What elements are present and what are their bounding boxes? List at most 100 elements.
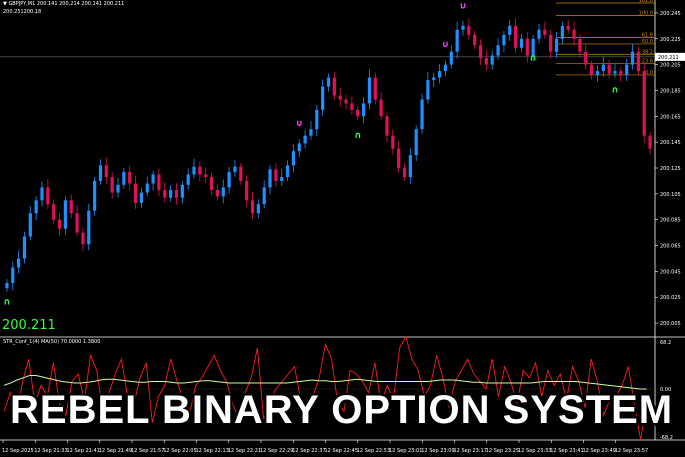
candle-body	[408, 155, 412, 178]
y-tick-label: 200.245	[660, 11, 681, 17]
x-tick-label: 12 Sep 23:41	[550, 448, 583, 454]
fib-level-label: 23.6	[642, 58, 653, 64]
candle-body	[309, 129, 313, 136]
candle-body	[578, 38, 582, 52]
x-tick-label: 12 Sep 22:37	[292, 448, 325, 454]
candle-body	[245, 180, 249, 201]
candle-body	[537, 29, 541, 39]
candle-body	[590, 64, 594, 75]
y-tick-label: 200.005	[660, 321, 681, 327]
x-tick-label: 12 Sep 23:09	[421, 448, 454, 454]
candle-body	[28, 213, 32, 237]
candle-body	[613, 71, 617, 74]
fib-level-label: 161.8	[639, 0, 653, 4]
candle-body	[513, 25, 518, 48]
candle-body	[549, 34, 553, 52]
x-tick-label: 12 Sep 22:21	[228, 448, 261, 454]
candle-body	[525, 38, 529, 56]
current-price-display: 200.211	[2, 318, 56, 333]
candle-body	[262, 187, 266, 205]
candle-body	[432, 77, 436, 81]
y-tick-label: 200.185	[660, 88, 681, 94]
candle-body	[332, 77, 336, 96]
y-tick-label: 200.085	[660, 218, 681, 224]
candle-body	[174, 189, 179, 198]
current-price-tag-label: 200.211	[658, 55, 679, 61]
candle-body	[291, 151, 296, 166]
x-tick-label: 12 Sep 2025	[2, 448, 34, 454]
indicator-label: STR_Conf_1(4) MA(50) 70.0000 1.3800	[3, 339, 101, 345]
banner-title: REBEL BINARY OPTION SYSTEM	[10, 388, 674, 432]
candle-body	[239, 166, 243, 181]
candle-body	[484, 58, 488, 65]
candle-body	[566, 25, 570, 30]
candle-body	[619, 71, 623, 75]
candle-body	[81, 232, 85, 245]
candle-body	[204, 174, 208, 178]
candle-body	[233, 166, 237, 172]
x-tick-label: 12 Sep 22:45	[325, 448, 358, 454]
candle-body	[443, 64, 448, 72]
candle-body	[455, 29, 459, 52]
x-tick-label: 12 Sep 21:49	[99, 448, 132, 454]
candle-body	[601, 64, 605, 72]
candle-body	[373, 77, 377, 100]
candle-body	[280, 177, 284, 181]
y-tick-label: 200.205	[660, 63, 681, 69]
candle-body	[642, 71, 646, 136]
candle-body	[584, 51, 588, 65]
candle-body	[519, 38, 524, 48]
indicator-scale-label: -68.2	[660, 435, 673, 441]
candle-body	[595, 71, 600, 75]
y-tick-label: 200.125	[660, 166, 681, 172]
x-tick-label: 12 Sep 22:13	[196, 448, 229, 454]
x-tick-label: 12 Sep 23:25	[486, 448, 519, 454]
x-tick-label: 12 Sep 23:17	[454, 448, 487, 454]
candle-body	[63, 200, 67, 229]
fib-level-label: 100.0	[639, 11, 653, 17]
y-tick-label: 200.045	[660, 269, 681, 275]
y-tick-label: 200.025	[660, 295, 681, 301]
candle-body	[268, 169, 272, 188]
candle-body	[496, 45, 500, 56]
x-tick-label: 12 Sep 23:33	[518, 448, 551, 454]
candle-body	[554, 38, 559, 52]
candle-body	[46, 187, 50, 205]
candle-body	[128, 171, 132, 184]
candle-body	[40, 187, 44, 201]
candle-body	[426, 80, 430, 100]
candle-body	[192, 166, 196, 175]
candle-body	[303, 135, 307, 144]
candle-body	[22, 236, 27, 259]
x-tick-label: 12 Sep 23:57	[615, 448, 648, 454]
candle-body	[57, 219, 62, 229]
candle-body	[11, 267, 15, 284]
candle-body	[625, 64, 629, 75]
sell-signal-icon: ∪	[459, 1, 466, 11]
x-tick-label: 12 Sep 23:01	[389, 448, 422, 454]
candle-body	[151, 174, 155, 184]
x-tick-label: 12 Sep 22:53	[357, 448, 390, 454]
candle-body	[215, 189, 220, 197]
candle-body	[75, 213, 79, 233]
candle-body	[391, 135, 395, 149]
candle-body	[321, 86, 325, 110]
candle-body	[397, 148, 401, 168]
candle-body	[93, 180, 97, 211]
fib-level-label: 61.8	[642, 32, 653, 38]
candle-body	[414, 129, 418, 156]
candle-body	[297, 143, 301, 152]
candle-body	[467, 25, 471, 35]
candle-body	[198, 166, 202, 175]
candle-body	[379, 99, 383, 117]
symbol-subinfo: 200.251200.18	[3, 9, 42, 15]
candle-body	[356, 109, 360, 117]
candle-body	[69, 200, 73, 214]
candle-body	[648, 135, 652, 149]
candle-body	[98, 165, 103, 181]
candle-body	[209, 177, 214, 190]
candle-body	[227, 171, 231, 188]
candle-body	[52, 204, 56, 220]
candle-body	[274, 169, 278, 181]
candle-body	[350, 103, 354, 110]
